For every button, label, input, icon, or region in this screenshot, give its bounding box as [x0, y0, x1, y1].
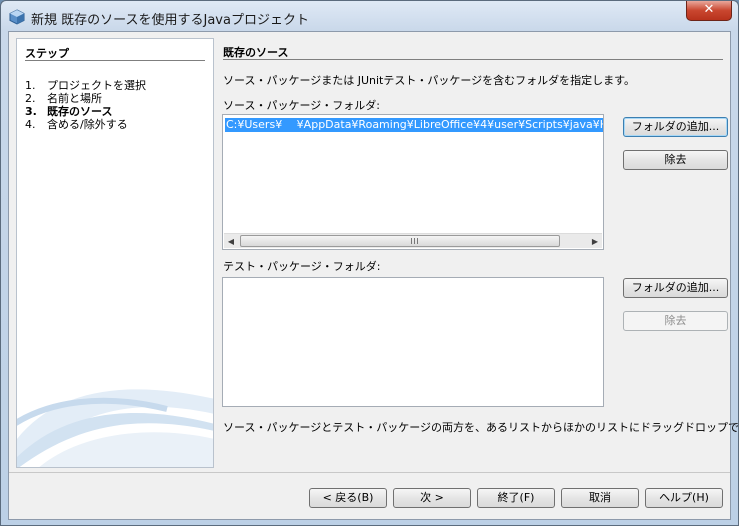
close-button[interactable]: ✕ [686, 1, 732, 21]
step-label: 含める/除外する [47, 118, 128, 131]
netbeans-cube-icon [9, 9, 25, 25]
help-button[interactable]: ヘルプ(H) [645, 488, 723, 508]
scroll-right-icon[interactable]: ▶ [588, 234, 602, 249]
step-number: 4. [25, 118, 36, 131]
source-folders-list[interactable]: C:¥Users¥ ¥AppData¥Roaming¥LibreOffice¥4… [222, 114, 604, 250]
remove-source-folder-button[interactable]: 除去 [623, 150, 728, 170]
window-title: 新規 既存のソースを使用するJavaプロジェクト [31, 13, 309, 28]
dialog-window: 新規 既存のソースを使用するJavaプロジェクト ✕ ステップ 1. プロジェクト… [0, 0, 739, 526]
drag-drop-note: ソース・パッケージとテスト・パッケージの両方を、あるリストからほかのリストにドラ… [223, 421, 739, 434]
next-button[interactable]: 次 > [393, 488, 471, 508]
finish-button[interactable]: 終了(F) [477, 488, 555, 508]
steps-panel: ステップ 1. プロジェクトを選択 2. 名前と場所 3. 既存のソース 4. 含める/… [16, 38, 214, 468]
dialog-body: ステップ 1. プロジェクトを選択 2. 名前と場所 3. 既存のソース 4. 含める/… [8, 31, 738, 520]
test-folders-list[interactable] [222, 277, 604, 407]
title-bar[interactable]: 新規 既存のソースを使用するJavaプロジェクト ✕ [1, 1, 738, 31]
add-test-folder-button[interactable]: フォルダの追加... [623, 278, 728, 298]
close-icon: ✕ [703, 2, 715, 17]
remove-test-folder-button[interactable]: 除去 [623, 311, 728, 331]
section-heading: 既存のソース [223, 46, 289, 59]
scroll-left-icon[interactable]: ◀ [224, 234, 238, 249]
test-folders-label: テスト・パッケージ・フォルダ: [223, 260, 381, 273]
grip-icon [411, 238, 418, 244]
decorative-swoosh-graphic [17, 389, 213, 467]
steps-heading: ステップ [25, 47, 69, 60]
description-text: ソース・パッケージまたは JUnitテスト・パッケージを含むフォルダを指定します… [223, 74, 636, 87]
back-button[interactable]: < 戻る(B) [309, 488, 387, 508]
footer-divider [9, 472, 730, 473]
steps-divider [25, 60, 205, 61]
section-divider [223, 59, 723, 60]
main-content: 既存のソース ソース・パッケージまたは JUnitテスト・パッケージを含むフォル… [221, 38, 738, 468]
source-folders-label: ソース・パッケージ・フォルダ: [223, 99, 380, 112]
cancel-button[interactable]: 取消 [561, 488, 639, 508]
add-source-folder-button[interactable]: フォルダの追加... [623, 117, 728, 137]
scrollbar-thumb[interactable] [240, 235, 560, 247]
step-item: 4. 含める/除外する [25, 116, 128, 132]
horizontal-scrollbar[interactable]: ◀ ▶ [224, 233, 602, 248]
list-item[interactable]: C:¥Users¥ ¥AppData¥Roaming¥LibreOffice¥4… [225, 118, 603, 132]
